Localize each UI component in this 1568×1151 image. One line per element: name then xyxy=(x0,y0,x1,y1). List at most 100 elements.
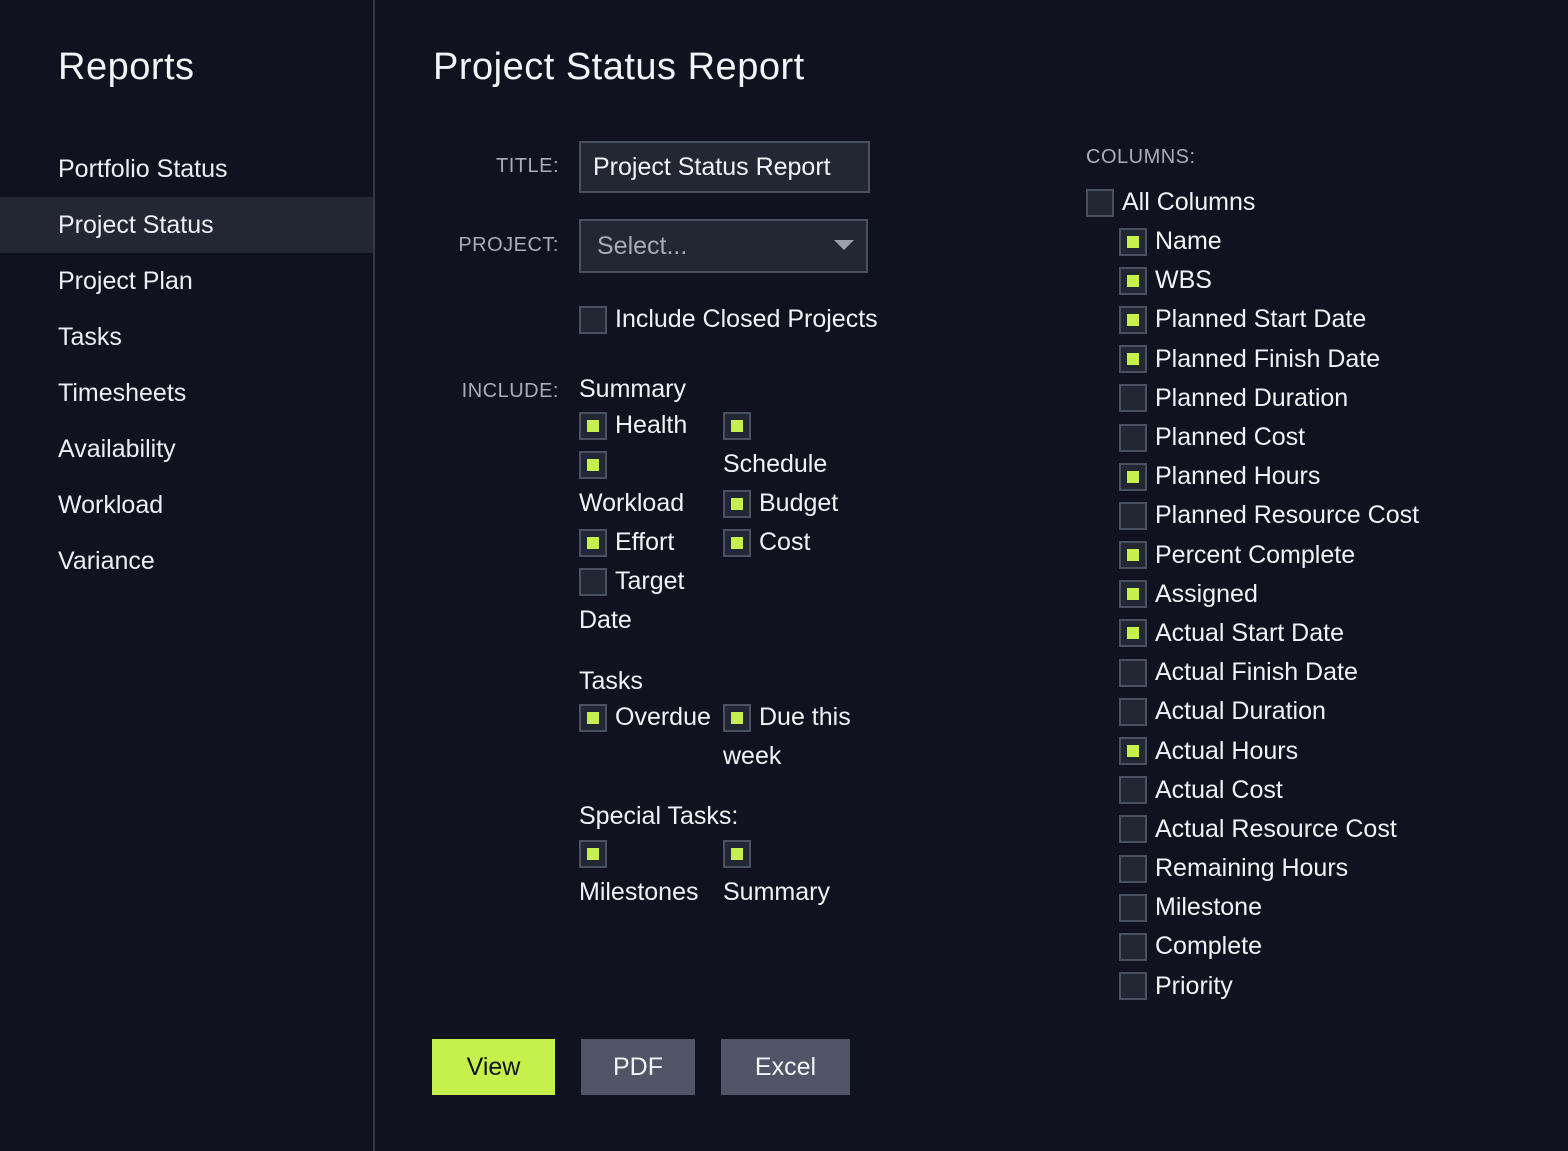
pdf-button[interactable]: PDF xyxy=(581,1039,695,1095)
sidebar-item-project-plan[interactable]: Project Plan xyxy=(0,253,373,309)
column-checkbox-wbs[interactable] xyxy=(1119,266,1147,295)
column-label: Planned Cost xyxy=(1155,423,1306,452)
sidebar-item-timesheets[interactable]: Timesheets xyxy=(0,365,373,421)
page-title: Project Status Report xyxy=(433,46,805,88)
summary-target-date-option[interactable]: Target xyxy=(579,567,684,596)
project-label: PROJECT: xyxy=(458,234,559,256)
main-panel: Project Status Report TITLE: PROJECT: Se… xyxy=(375,0,1568,1151)
milestones-checkbox[interactable] xyxy=(579,840,607,868)
column-option-planned-finish-date[interactable]: Planned Finish Date xyxy=(1119,340,1419,379)
column-checkbox-assigned[interactable] xyxy=(1119,580,1147,609)
column-option-milestone[interactable]: Milestone xyxy=(1119,888,1419,927)
include-closed-projects-checkbox[interactable] xyxy=(579,305,607,334)
column-checkbox-actual-finish-date[interactable] xyxy=(1119,658,1147,687)
budget-checkbox[interactable] xyxy=(723,489,751,518)
column-option-complete[interactable]: Complete xyxy=(1119,927,1419,966)
project-select[interactable]: Select... xyxy=(579,219,868,273)
column-label: Priority xyxy=(1155,971,1233,1000)
sidebar-item-workload[interactable]: Workload xyxy=(0,477,373,533)
tasks-due-this-week-option[interactable]: Due this xyxy=(723,703,851,732)
column-label: Planned Duration xyxy=(1155,383,1349,412)
summary-heading: Summary xyxy=(579,375,686,403)
chevron-down-icon xyxy=(834,240,854,250)
column-label: Actual Hours xyxy=(1155,736,1299,765)
column-checkbox-actual-hours[interactable] xyxy=(1119,737,1147,766)
sidebar-item-project-status[interactable]: Project Status xyxy=(0,197,373,253)
column-checkbox-planned-hours[interactable] xyxy=(1119,462,1147,491)
column-checkbox-planned-finish-date[interactable] xyxy=(1119,345,1147,374)
column-checkbox-actual-start-date[interactable] xyxy=(1119,619,1147,648)
view-button[interactable]: View xyxy=(432,1039,555,1095)
column-option-planned-start-date[interactable]: Planned Start Date xyxy=(1119,300,1419,339)
excel-button[interactable]: Excel xyxy=(721,1039,850,1095)
column-checkbox-actual-cost[interactable] xyxy=(1119,776,1147,805)
column-checkbox-name[interactable] xyxy=(1119,227,1147,256)
column-checkbox-planned-duration[interactable] xyxy=(1119,384,1147,413)
column-checkbox-planned-start-date[interactable] xyxy=(1119,305,1147,334)
effort-checkbox[interactable] xyxy=(579,528,607,557)
column-option-actual-duration[interactable]: Actual Duration xyxy=(1119,692,1419,731)
summary-budget-option[interactable]: Budget xyxy=(723,489,838,518)
sidebar-item-availability[interactable]: Availability xyxy=(0,421,373,477)
column-option-actual-start-date[interactable]: Actual Start Date xyxy=(1119,614,1419,653)
tasks-heading: Tasks xyxy=(579,667,643,695)
schedule-checkbox[interactable] xyxy=(723,412,751,440)
column-label: Name xyxy=(1155,227,1222,256)
column-checkbox-remaining-hours[interactable] xyxy=(1119,854,1147,883)
column-checkbox-planned-cost[interactable] xyxy=(1119,423,1147,452)
summary-cost-option[interactable]: Cost xyxy=(723,528,810,557)
column-option-actual-hours[interactable]: Actual Hours xyxy=(1119,731,1419,770)
column-checkbox-planned-resource-cost[interactable] xyxy=(1119,501,1147,530)
sidebar-item-variance[interactable]: Variance xyxy=(0,533,373,589)
column-option-assigned[interactable]: Assigned xyxy=(1119,575,1419,614)
sidebar-item-tasks[interactable]: Tasks xyxy=(0,309,373,365)
column-option-planned-cost[interactable]: Planned Cost xyxy=(1119,418,1419,457)
health-label: Health xyxy=(615,411,688,439)
summary-effort-option[interactable]: Effort xyxy=(579,528,674,557)
include-closed-projects-label: Include Closed Projects xyxy=(615,305,878,333)
due-this-week-checkbox[interactable] xyxy=(723,703,751,732)
column-option-actual-cost[interactable]: Actual Cost xyxy=(1119,771,1419,810)
column-option-planned-resource-cost[interactable]: Planned Resource Cost xyxy=(1119,496,1419,535)
target-date-checkbox[interactable] xyxy=(579,567,607,596)
column-label: Milestone xyxy=(1155,893,1262,922)
column-option-name[interactable]: Name xyxy=(1119,222,1419,261)
all-columns-label: All Columns xyxy=(1122,188,1256,216)
summary-health-option[interactable]: Health xyxy=(579,411,687,440)
column-option-actual-resource-cost[interactable]: Actual Resource Cost xyxy=(1119,810,1419,849)
column-checkbox-actual-resource-cost[interactable] xyxy=(1119,815,1147,844)
target-date-label-line1: Target xyxy=(615,567,685,595)
title-input[interactable] xyxy=(579,141,870,193)
column-checkbox-percent-complete[interactable] xyxy=(1119,541,1147,570)
column-option-percent-complete[interactable]: Percent Complete xyxy=(1119,536,1419,575)
special-summary-checkbox[interactable] xyxy=(723,840,751,868)
workload-checkbox[interactable] xyxy=(579,451,607,479)
health-checkbox[interactable] xyxy=(579,411,607,440)
schedule-label: Schedule xyxy=(723,450,828,478)
column-label: Planned Resource Cost xyxy=(1155,501,1420,530)
column-checkbox-priority[interactable] xyxy=(1119,972,1147,1001)
tasks-overdue-option[interactable]: Overdue xyxy=(579,703,711,732)
cost-checkbox[interactable] xyxy=(723,528,751,557)
all-columns-checkbox[interactable] xyxy=(1086,188,1114,217)
column-option-actual-finish-date[interactable]: Actual Finish Date xyxy=(1119,653,1419,692)
column-label: Actual Start Date xyxy=(1155,618,1344,647)
column-option-planned-duration[interactable]: Planned Duration xyxy=(1119,379,1419,418)
column-option-priority[interactable]: Priority xyxy=(1119,967,1419,1006)
all-columns-option[interactable]: All Columns xyxy=(1086,188,1255,217)
column-label: Assigned xyxy=(1155,579,1258,608)
columns-label: COLUMNS: xyxy=(1086,146,1196,168)
overdue-label: Overdue xyxy=(615,703,711,731)
column-label: Actual Duration xyxy=(1155,697,1326,726)
effort-label: Effort xyxy=(615,528,675,556)
column-option-remaining-hours[interactable]: Remaining Hours xyxy=(1119,849,1419,888)
column-option-wbs[interactable]: WBS xyxy=(1119,261,1419,300)
special-summary-label: Summary xyxy=(723,878,830,906)
column-checkbox-milestone[interactable] xyxy=(1119,893,1147,922)
overdue-checkbox[interactable] xyxy=(579,703,607,732)
sidebar-item-portfolio-status[interactable]: Portfolio Status xyxy=(0,141,373,197)
column-option-planned-hours[interactable]: Planned Hours xyxy=(1119,457,1419,496)
column-checkbox-complete[interactable] xyxy=(1119,932,1147,961)
column-checkbox-actual-duration[interactable] xyxy=(1119,697,1147,726)
include-closed-projects-option[interactable]: Include Closed Projects xyxy=(579,305,878,334)
